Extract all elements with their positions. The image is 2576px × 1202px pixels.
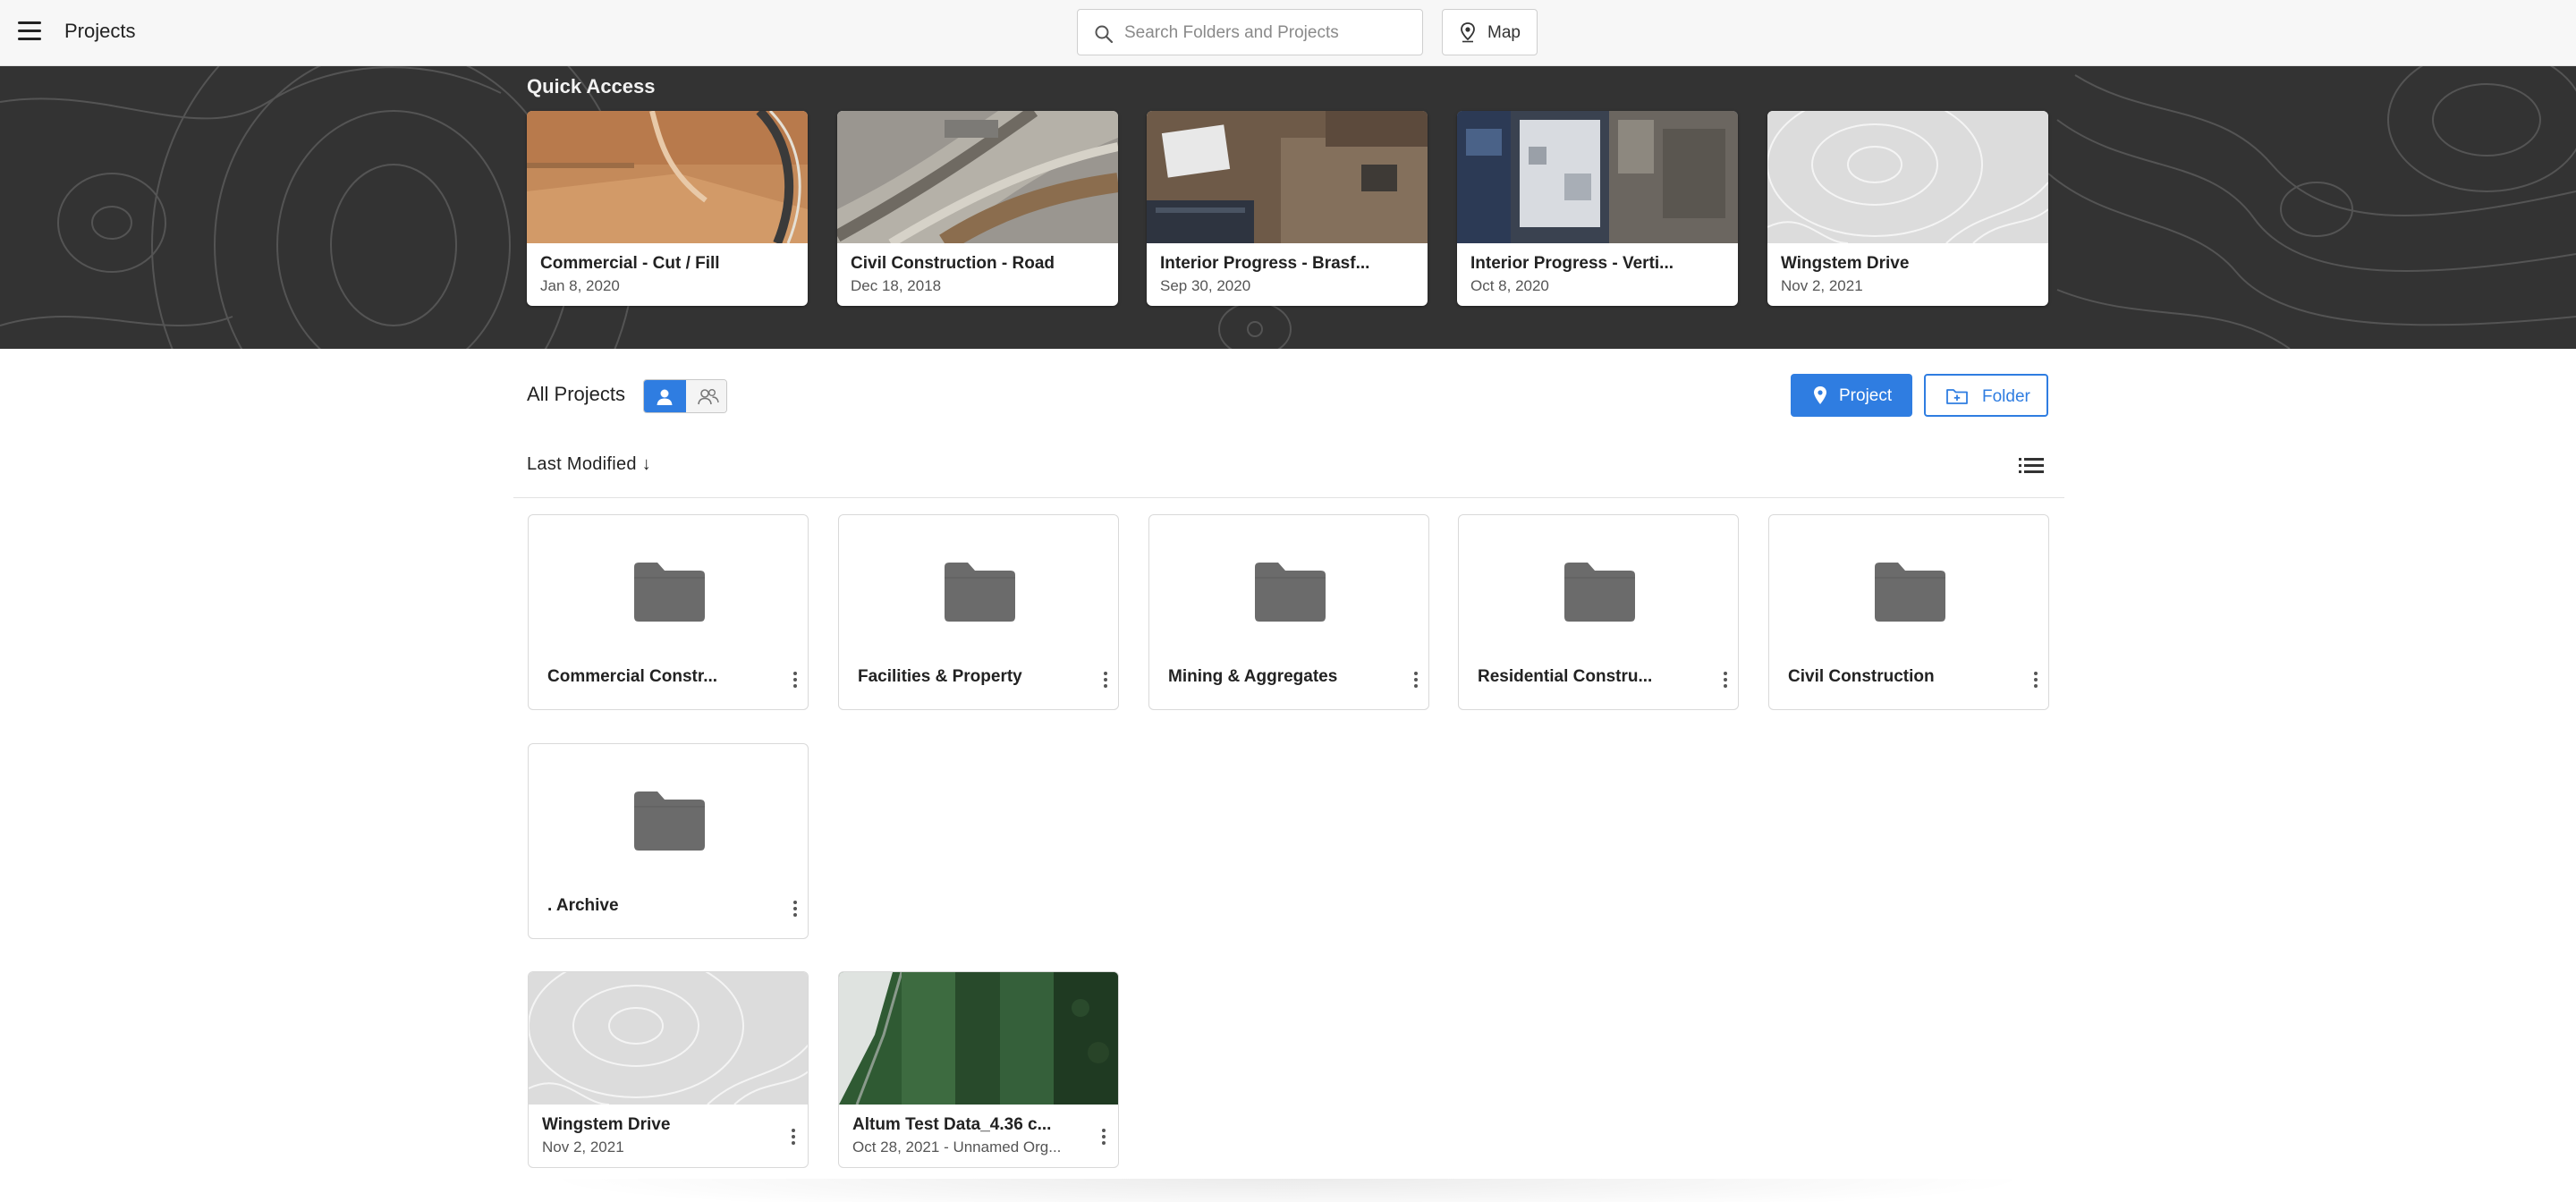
divider: [513, 497, 2064, 498]
project-name: Wingstem Drive: [542, 1115, 671, 1134]
folder-icon: [634, 563, 705, 622]
my-projects-toggle[interactable]: [644, 380, 686, 412]
more-options-icon[interactable]: [786, 898, 804, 925]
quick-access-card-name: Interior Progress - Brasf...: [1160, 254, 1370, 273]
all-projects-title: All Projects: [527, 383, 626, 405]
folder-name: Mining & Aggregates: [1168, 667, 1338, 686]
project-name: Altum Test Data_4.36 c...: [852, 1115, 1052, 1134]
folder-card[interactable]: Civil Construction: [1768, 514, 2049, 710]
quick-access-card-date: Dec 18, 2018: [851, 277, 942, 294]
folder-card[interactable]: Facilities & Property: [838, 514, 1119, 710]
sort-dropdown[interactable]: Last Modified ↓: [527, 454, 651, 475]
folder-name: Residential Constru...: [1478, 667, 1653, 686]
folder-name: Civil Construction: [1788, 667, 1935, 686]
quick-access-card[interactable]: Commercial - Cut / Fill Jan 8, 2020: [527, 111, 808, 306]
quick-access-card[interactable]: Wingstem Drive Nov 2, 2021: [1767, 111, 2048, 306]
folder-name: Facilities & Property: [858, 667, 1022, 686]
project-thumbnail: [839, 972, 1118, 1105]
new-project-label: Project: [1839, 386, 1893, 405]
people-icon: [698, 389, 719, 405]
folder-icon: [1875, 563, 1945, 622]
more-options-icon[interactable]: [786, 669, 804, 696]
page-title: Projects: [64, 20, 136, 42]
top-bar: Projects Map: [0, 0, 2576, 66]
quick-access-banner: Quick Access Commercial - Cut / Fill Jan…: [0, 66, 2576, 349]
more-options-icon[interactable]: [784, 1126, 802, 1153]
folder-icon: [1564, 563, 1635, 622]
list-view-icon[interactable]: [2019, 456, 2044, 480]
menu-icon[interactable]: [18, 21, 41, 41]
project-thumbnail: [1147, 111, 1428, 243]
quick-access-title: Quick Access: [527, 75, 656, 97]
quick-access-card-name: Interior Progress - Verti...: [1470, 254, 1674, 273]
folder-icon: [945, 563, 1015, 622]
quick-access-card[interactable]: Interior Progress - Verti... Oct 8, 2020: [1457, 111, 1738, 306]
folder-card[interactable]: Commercial Constr...: [528, 514, 809, 710]
project-date: Nov 2, 2021: [542, 1139, 624, 1155]
folder-card[interactable]: Residential Constru...: [1458, 514, 1739, 710]
folder-name: . Archive: [547, 896, 619, 915]
project-date: Oct 28, 2021 - Unnamed Org...: [852, 1139, 1062, 1155]
more-options-icon[interactable]: [1716, 669, 1734, 696]
person-icon: [657, 389, 673, 405]
more-options-icon[interactable]: [1095, 1126, 1113, 1153]
quick-access-card[interactable]: Civil Construction - Road Dec 18, 2018: [837, 111, 1118, 306]
more-options-icon[interactable]: [1407, 669, 1425, 696]
project-card[interactable]: Altum Test Data_4.36 c... Oct 28, 2021 -…: [838, 971, 1119, 1168]
folder-icon: [1255, 563, 1326, 622]
folder-icon: [634, 791, 705, 851]
quick-access-card-date: Nov 2, 2021: [1781, 277, 1863, 294]
quick-access-card[interactable]: Interior Progress - Brasf... Sep 30, 202…: [1147, 111, 1428, 306]
folder-card[interactable]: . Archive: [528, 743, 809, 939]
search-input[interactable]: [1124, 19, 1411, 47]
folder-name: Commercial Constr...: [547, 667, 718, 686]
quick-access-card-name: Wingstem Drive: [1781, 254, 1910, 273]
search-box[interactable]: [1077, 9, 1423, 55]
project-thumbnail: [1767, 111, 2048, 243]
quick-access-card-date: Sep 30, 2020: [1160, 277, 1251, 294]
project-thumbnail: [527, 111, 808, 243]
map-button-label: Map: [1487, 23, 1521, 42]
project-thumbnail: [837, 111, 1118, 243]
folder-card[interactable]: Mining & Aggregates: [1148, 514, 1429, 710]
new-project-button[interactable]: Project: [1791, 374, 1912, 417]
search-icon: [1095, 25, 1114, 44]
quick-access-card-date: Jan 8, 2020: [540, 277, 620, 294]
quick-access-card-name: Civil Construction - Road: [851, 254, 1055, 273]
map-pin-icon: [1814, 386, 1826, 404]
project-card[interactable]: Wingstem Drive Nov 2, 2021: [528, 971, 809, 1168]
more-options-icon[interactable]: [1097, 669, 1114, 696]
map-button[interactable]: Map: [1442, 9, 1538, 55]
project-thumbnail: [529, 972, 808, 1105]
folder-plus-icon: [1946, 389, 1968, 404]
project-thumbnail: [1457, 111, 1738, 243]
quick-access-card-name: Commercial - Cut / Fill: [540, 254, 720, 273]
shared-projects-toggle[interactable]: [686, 380, 726, 412]
new-folder-label: Folder: [1982, 387, 2030, 406]
scroll-shadow: [537, 1179, 2039, 1202]
quick-access-card-date: Oct 8, 2020: [1470, 277, 1549, 294]
map-pin-icon: [1461, 22, 1475, 43]
new-folder-button[interactable]: Folder: [1924, 374, 2048, 417]
ownership-toggle: [643, 379, 727, 413]
more-options-icon[interactable]: [2027, 669, 2045, 696]
